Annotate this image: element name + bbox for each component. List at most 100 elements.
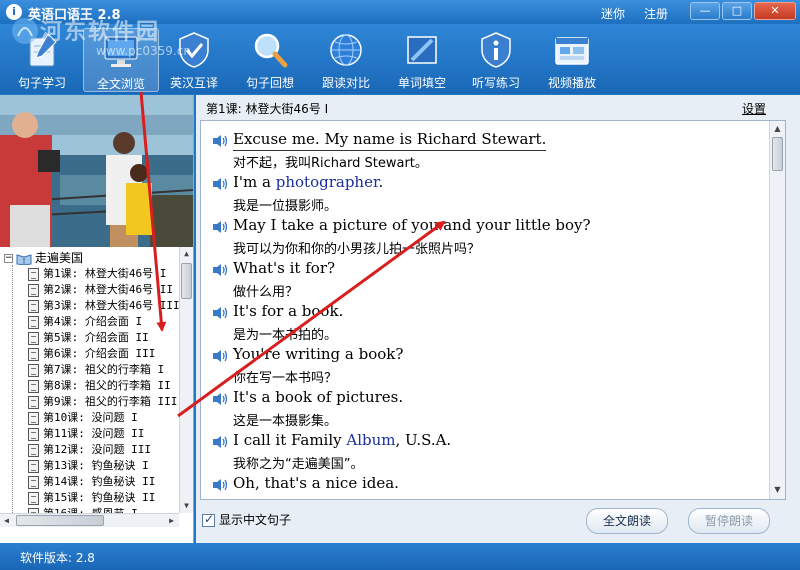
- speaker-icon[interactable]: [211, 134, 229, 148]
- sentence-text: You're writing a book?: [233, 345, 404, 363]
- minimize-button[interactable]: —: [690, 2, 720, 20]
- tree-horizontal-scrollbar[interactable]: ◀ ▶: [0, 513, 179, 527]
- tree-item-label: 第11课: 没问题 II: [43, 427, 145, 440]
- english-sentence: May I take a picture of you and your lit…: [233, 216, 591, 234]
- english-sentence: I call it Family Album, U.S.A.: [233, 431, 451, 449]
- tool-label: 单词填空: [397, 76, 446, 90]
- sentence-text: It's for a book.: [233, 302, 344, 320]
- tree-item-lesson[interactable]: 第2课: 林登大街46号 II: [28, 282, 173, 298]
- shield-check-icon: [179, 32, 209, 68]
- chinese-translation: 这是一本摄影集。: [233, 414, 338, 429]
- scroll-up-icon[interactable]: ▲: [771, 122, 784, 135]
- chinese-translation: 做什么用？: [233, 285, 299, 300]
- tree-item-lesson[interactable]: 第14课: 钓鱼秘诀 II: [28, 474, 155, 490]
- document-icon: [28, 379, 39, 393]
- content-scroll-thumb[interactable]: [772, 137, 783, 171]
- sentence-list: Excuse me. My name is Richard Stewart. 对不…: [200, 120, 786, 500]
- globe-icon: [330, 34, 362, 66]
- keyword-highlight: photographer: [275, 173, 379, 191]
- register-link[interactable]: 注册: [644, 5, 668, 22]
- maximize-button[interactable]: □: [722, 2, 752, 20]
- document-icon: [28, 475, 39, 489]
- pause-reading-button[interactable]: 暂停朗读: [688, 508, 770, 534]
- speaker-icon[interactable]: [211, 392, 229, 406]
- tool-word-fill-blank[interactable]: 单词填空: [384, 28, 460, 92]
- scroll-up-icon[interactable]: ▲: [180, 247, 193, 260]
- tree-vertical-scrollbar[interactable]: ▲ ▼: [179, 247, 193, 513]
- document-icon: [28, 395, 39, 409]
- english-sentence: I'm a photographer.: [233, 173, 383, 191]
- speaker-icon[interactable]: [211, 220, 229, 234]
- speaker-icon[interactable]: [211, 435, 229, 449]
- scroll-right-icon[interactable]: ▶: [165, 514, 178, 527]
- read-all-button[interactable]: 全文朗读: [586, 508, 668, 534]
- speaker-icon[interactable]: [211, 349, 229, 363]
- tree-item-label: 第3课: 林登大街46号 III: [43, 299, 180, 312]
- app-info-icon: i: [6, 4, 22, 20]
- tree-item-lesson[interactable]: 第11课: 没问题 II: [28, 426, 144, 442]
- tree-scroll-thumb[interactable]: [181, 263, 192, 299]
- tree-item-lesson[interactable]: 第8课: 祖父的行李箱 II: [28, 378, 171, 394]
- tree-item-label: 第15课: 钓鱼秘诀 II: [43, 491, 156, 504]
- video-frame-image: [0, 95, 193, 247]
- document-icon: [28, 267, 39, 281]
- keyword-highlight: Album: [346, 431, 396, 449]
- title-bar: i 英语口语王 2.8 迷你 注册 — □ ✕: [0, 0, 800, 24]
- tree-item-lesson[interactable]: 第5课: 介绍会面 II: [28, 330, 149, 346]
- speaker-icon[interactable]: [211, 478, 229, 492]
- tree-root-node[interactable]: − 走遍美国: [4, 250, 83, 266]
- content-vertical-scrollbar[interactable]: ▲ ▼: [769, 121, 785, 499]
- main-toolbar: 句子学习 全文浏览 英汉互译 句子回想 跟读对比 单词填空 听写练习 视频播放: [0, 24, 800, 94]
- scroll-left-icon[interactable]: ◀: [0, 514, 13, 527]
- slanted-card-icon: [407, 36, 437, 64]
- document-icon: [28, 331, 39, 345]
- tool-video-play[interactable]: 视频播放: [534, 28, 610, 92]
- tree-item-lesson[interactable]: 第1课: 林登大街46号 I: [28, 266, 166, 282]
- tree-item-lesson[interactable]: 第7课: 祖父的行李箱 I: [28, 362, 164, 378]
- chinese-translation: 我称之为“走遍美国”。: [233, 457, 364, 472]
- tree-item-lesson[interactable]: 第6课: 介绍会面 III: [28, 346, 155, 362]
- english-sentence: You're writing a book?: [233, 345, 403, 363]
- tree-item-label: 第6课: 介绍会面 III: [43, 347, 156, 360]
- document-icon: [28, 347, 39, 361]
- settings-link[interactable]: 设置: [742, 100, 766, 117]
- tree-item-lesson[interactable]: 第4课: 介绍会面 I: [28, 314, 142, 330]
- tree-hscroll-thumb[interactable]: [16, 515, 104, 526]
- video-preview[interactable]: [0, 95, 193, 247]
- magnifier-icon: [254, 33, 288, 68]
- tree-item-lesson[interactable]: 第15课: 钓鱼秘诀 II: [28, 490, 155, 506]
- tree-item-label: 第12课: 没问题 III: [43, 443, 151, 456]
- tool-label: 英汉互译: [169, 76, 218, 90]
- collapse-toggle-icon[interactable]: −: [4, 254, 13, 263]
- sentence-text: What's it for?: [233, 259, 336, 277]
- sentence-text: I call it Family: [233, 431, 347, 449]
- tool-en-cn-translate[interactable]: 英汉互译: [156, 28, 232, 92]
- tree-item-lesson[interactable]: 第13课: 钓鱼秘诀 I: [28, 458, 149, 474]
- checkbox-checked-icon[interactable]: [202, 512, 215, 527]
- left-pane: − 走遍美国 第1课: 林登大街46号 I 第2课: 林登大街46号 II 第3课: …: [0, 95, 194, 543]
- speaker-icon[interactable]: [211, 177, 229, 191]
- speaker-icon[interactable]: [211, 263, 229, 277]
- scroll-down-icon[interactable]: ▼: [180, 499, 193, 512]
- tree-item-lesson[interactable]: 第12课: 没问题 III: [28, 442, 151, 458]
- mini-mode-link[interactable]: 迷你: [601, 5, 625, 22]
- tree-item-label: 第13课: 钓鱼秘诀 I: [43, 459, 149, 472]
- document-icon: [28, 315, 39, 329]
- document-icon: [28, 411, 39, 425]
- tree-item-lesson[interactable]: 第3课: 林登大街46号 III: [28, 298, 180, 314]
- close-button[interactable]: ✕: [754, 2, 796, 20]
- speaker-icon[interactable]: [211, 306, 229, 320]
- tree-item-lesson[interactable]: 第10课: 没问题 I: [28, 410, 138, 426]
- tool-follow-read-compare[interactable]: 跟读对比: [308, 28, 384, 92]
- sentence-text: .: [378, 173, 384, 191]
- tool-dictation-practice[interactable]: 听写练习: [458, 28, 534, 92]
- document-icon: [28, 363, 39, 377]
- tree-item-label: 第5课: 介绍会面 II: [43, 331, 149, 344]
- tree-item-lesson[interactable]: 第9课: 祖父的行李箱 III: [28, 394, 177, 410]
- tool-sentence-recall[interactable]: 句子回想: [232, 28, 308, 92]
- show-chinese-checkbox[interactable]: 显示中文句子: [202, 511, 291, 528]
- chinese-translation: 你在写一本书吗？: [233, 371, 338, 386]
- tool-sentence-study[interactable]: 句子学习: [4, 28, 80, 92]
- scroll-down-icon[interactable]: ▼: [771, 483, 784, 496]
- tool-full-text-browse[interactable]: 全文浏览: [83, 28, 159, 92]
